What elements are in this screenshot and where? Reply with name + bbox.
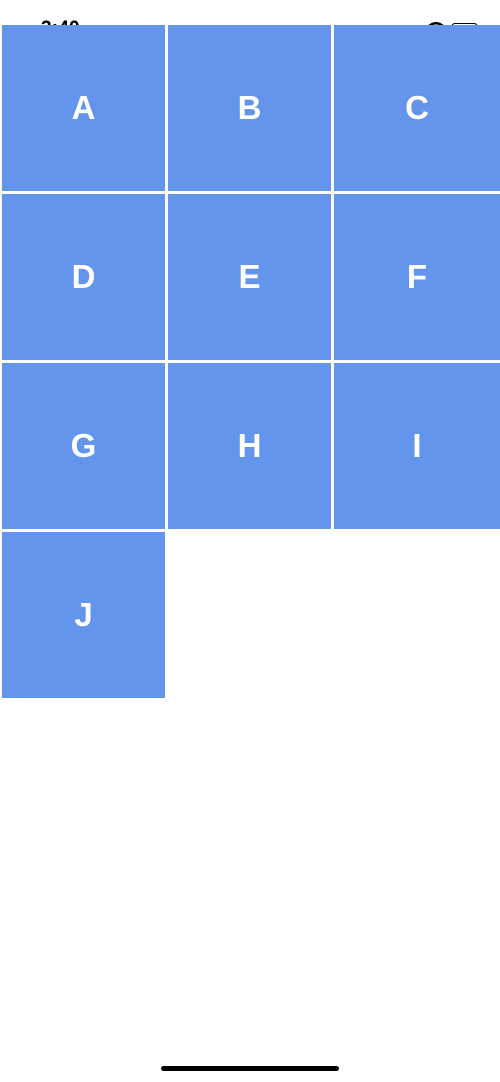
grid-tile-a[interactable]: A bbox=[2, 25, 165, 191]
grid-tile-h[interactable]: H bbox=[168, 363, 331, 529]
grid-tile-d[interactable]: D bbox=[2, 194, 165, 360]
grid-tile-c[interactable]: C bbox=[334, 25, 500, 191]
grid-tile-g[interactable]: G bbox=[2, 363, 165, 529]
tile-label: B bbox=[237, 89, 262, 126]
tile-label: E bbox=[238, 258, 261, 295]
grid-tile-i[interactable]: I bbox=[334, 363, 500, 529]
tile-label: I bbox=[412, 427, 422, 464]
home-indicator[interactable] bbox=[161, 1066, 339, 1071]
grid-tile-b[interactable]: B bbox=[168, 25, 331, 191]
tile-label: J bbox=[74, 596, 93, 633]
tile-label: D bbox=[71, 258, 96, 295]
grid-tile-f[interactable]: F bbox=[334, 194, 500, 360]
tile-label: F bbox=[406, 258, 428, 295]
grid-tile-e[interactable]: E bbox=[168, 194, 331, 360]
tile-label: G bbox=[70, 427, 97, 464]
tile-label: C bbox=[405, 89, 429, 126]
tile-label: H bbox=[237, 427, 262, 464]
grid-tile-j[interactable]: J bbox=[2, 532, 165, 698]
tile-label: A bbox=[71, 89, 96, 126]
